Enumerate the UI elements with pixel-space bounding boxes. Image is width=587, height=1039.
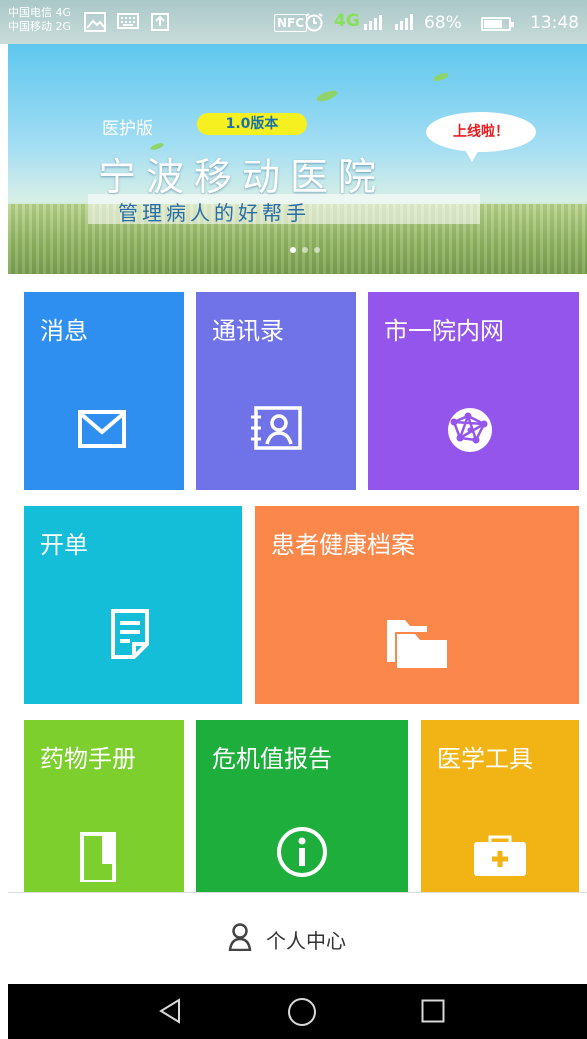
- tile-label: 患者健康档案: [271, 531, 415, 559]
- tile-order[interactable]: 开单: [24, 506, 242, 704]
- tab-label: 个人中心: [266, 928, 346, 953]
- tile-label: 医学工具: [437, 745, 533, 773]
- carrier-1: 中国电信 4G: [8, 6, 72, 19]
- banner-speech-bubble: 上线啦！: [426, 112, 536, 162]
- banner-carousel[interactable]: 医护版 1.0版本 上线啦！ 宁波移动医院 管理病人的好帮手: [8, 44, 587, 274]
- clock: 13:48: [530, 13, 579, 33]
- banner-title: 宁波移动医院: [98, 155, 387, 199]
- tile-label: 消息: [40, 317, 88, 345]
- nfc-icon: NFC: [274, 14, 308, 32]
- tile-label: 通讯录: [212, 317, 284, 345]
- carousel-dot[interactable]: [302, 247, 308, 253]
- tile-label: 市一院内网: [384, 317, 504, 345]
- banner-version-badge: 1.0版本: [197, 113, 307, 135]
- tile-intranet[interactable]: 市一院内网: [368, 292, 579, 490]
- tile-label: 危机值报告: [212, 745, 332, 773]
- book-icon: [80, 832, 116, 886]
- folder-icon: [385, 614, 449, 674]
- upload-icon: [151, 12, 169, 37]
- tile-drug-manual[interactable]: 药物手册: [24, 720, 184, 892]
- home-icon[interactable]: [287, 997, 317, 1031]
- tile-label: 开单: [40, 531, 88, 559]
- carrier-info: 中国电信 4G 中国移动 2G: [8, 6, 71, 34]
- info-icon: [276, 826, 328, 882]
- carousel-dot[interactable]: [290, 247, 296, 253]
- signal-icon-1: [362, 12, 388, 37]
- tile-health-records[interactable]: 患者健康档案: [255, 506, 579, 704]
- mail-icon: [78, 410, 126, 452]
- leaf-decoration: [432, 71, 450, 83]
- carousel-dot[interactable]: [314, 247, 320, 253]
- banner-edition: 医护版: [102, 119, 153, 139]
- keyboard-icon: [117, 12, 139, 35]
- leaf-decoration: [315, 88, 339, 104]
- contact-card-icon: [248, 405, 304, 455]
- network-type: 4G: [334, 11, 360, 31]
- tile-label: 药物手册: [40, 745, 136, 773]
- medical-kit-icon: [472, 832, 528, 882]
- recents-icon[interactable]: [421, 999, 445, 1027]
- carrier-2: 中国移动 2G: [8, 20, 72, 33]
- bottom-tab-bar: 个人中心: [8, 892, 587, 984]
- carousel-indicator: [290, 247, 320, 253]
- tile-medical-tools[interactable]: 医学工具: [421, 720, 579, 892]
- network-globe-icon: [446, 406, 494, 458]
- signal-icon-2: [393, 12, 419, 37]
- status-bar: 中国电信 4G 中国移动 2G NFC 4G 68% 13:48: [0, 0, 587, 44]
- battery-icon: [481, 17, 514, 31]
- document-icon: [110, 608, 150, 664]
- tile-contacts[interactable]: 通讯录: [196, 292, 356, 490]
- back-icon[interactable]: [158, 998, 182, 1028]
- image-icon: [84, 12, 106, 37]
- system-navigation-bar: [8, 984, 587, 1039]
- tile-critical-report[interactable]: 危机值报告: [196, 720, 408, 892]
- alarm-icon: [304, 12, 324, 37]
- banner-subtitle: 管理病人的好帮手: [118, 201, 310, 225]
- tab-personal-center[interactable]: 个人中心: [228, 923, 346, 955]
- person-icon: [228, 923, 252, 955]
- battery-percent: 68%: [424, 13, 462, 33]
- tile-messages[interactable]: 消息: [24, 292, 184, 490]
